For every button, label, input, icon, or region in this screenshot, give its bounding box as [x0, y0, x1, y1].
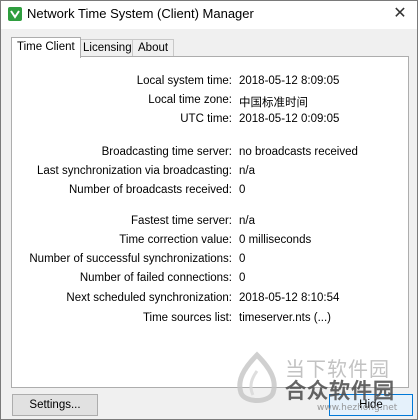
field-label: Local time zone: [148, 94, 232, 106]
field-local-system-time: Local system time: 2018-05-12 8:09:05 [12, 75, 408, 91]
close-button[interactable]: ✕ [383, 1, 417, 29]
app-icon [8, 7, 22, 21]
field-successful-syncs: Number of successful synchronizations: 0 [12, 253, 408, 269]
field-value: 2018-05-12 8:10:54 [239, 292, 340, 304]
field-value: 中国标准时间 [239, 97, 308, 109]
settings-button[interactable]: Settings... [12, 394, 98, 416]
field-value: n/a [239, 215, 255, 227]
field-value: no broadcasts received [239, 146, 358, 158]
title-bar[interactable]: Network Time System (Client) Manager ✕ [1, 1, 417, 29]
hide-button[interactable]: Hide [329, 394, 413, 416]
app-window: Network Time System (Client) Manager ✕ T… [0, 0, 418, 420]
field-time-sources-list: Time sources list: timeserver.nts (...) [12, 312, 408, 328]
field-broadcasts-received: Number of broadcasts received: 0 [12, 184, 408, 200]
field-label: Last synchronization via broadcasting: [37, 165, 232, 177]
field-broadcasting-time-server: Broadcasting time server: no broadcasts … [12, 146, 408, 162]
tab-licensing[interactable]: Licensing [77, 39, 138, 57]
field-failed-connections: Number of failed connections: 0 [12, 272, 408, 288]
field-label: Number of successful synchronizations: [29, 253, 232, 265]
time-client-panel: Local system time: 2018-05-12 8:09:05 Lo… [11, 56, 409, 388]
tab-time-client[interactable]: Time Client [11, 37, 81, 58]
field-label: Time sources list: [142, 312, 232, 324]
field-value: 2018-05-12 0:09:05 [239, 113, 340, 125]
field-label: Fastest time server: [131, 215, 232, 227]
window-title: Network Time System (Client) Manager [27, 6, 254, 21]
tab-about[interactable]: About [132, 39, 175, 57]
field-next-scheduled-sync: Next scheduled synchronization: 2018-05-… [12, 292, 408, 308]
field-label: Time correction value: [119, 234, 232, 246]
field-time-correction: Time correction value: 0 milliseconds [12, 234, 408, 250]
field-last-sync-broadcasting: Last synchronization via broadcasting: n… [12, 165, 408, 181]
field-value: n/a [239, 165, 255, 177]
field-value: 0 milliseconds [239, 234, 312, 246]
field-label: Next scheduled synchronization: [66, 292, 232, 304]
field-label: Broadcasting time server: [101, 146, 232, 158]
field-label: Number of failed connections: [79, 272, 232, 284]
field-value: 0 [239, 272, 246, 284]
field-value: 0 [239, 184, 246, 196]
field-utc-time: UTC time: 2018-05-12 0:09:05 [12, 113, 408, 129]
field-local-time-zone: Local time zone: 中国标准时间 [12, 94, 408, 110]
field-label: Number of broadcasts received: [69, 184, 232, 196]
field-value[interactable]: timeserver.nts (...) [239, 312, 331, 324]
field-label: Local system time: [136, 75, 232, 87]
field-value: 0 [239, 253, 246, 265]
field-fastest-time-server: Fastest time server: n/a [12, 215, 408, 231]
field-label: UTC time: [180, 113, 232, 125]
field-value: 2018-05-12 8:09:05 [239, 75, 340, 87]
